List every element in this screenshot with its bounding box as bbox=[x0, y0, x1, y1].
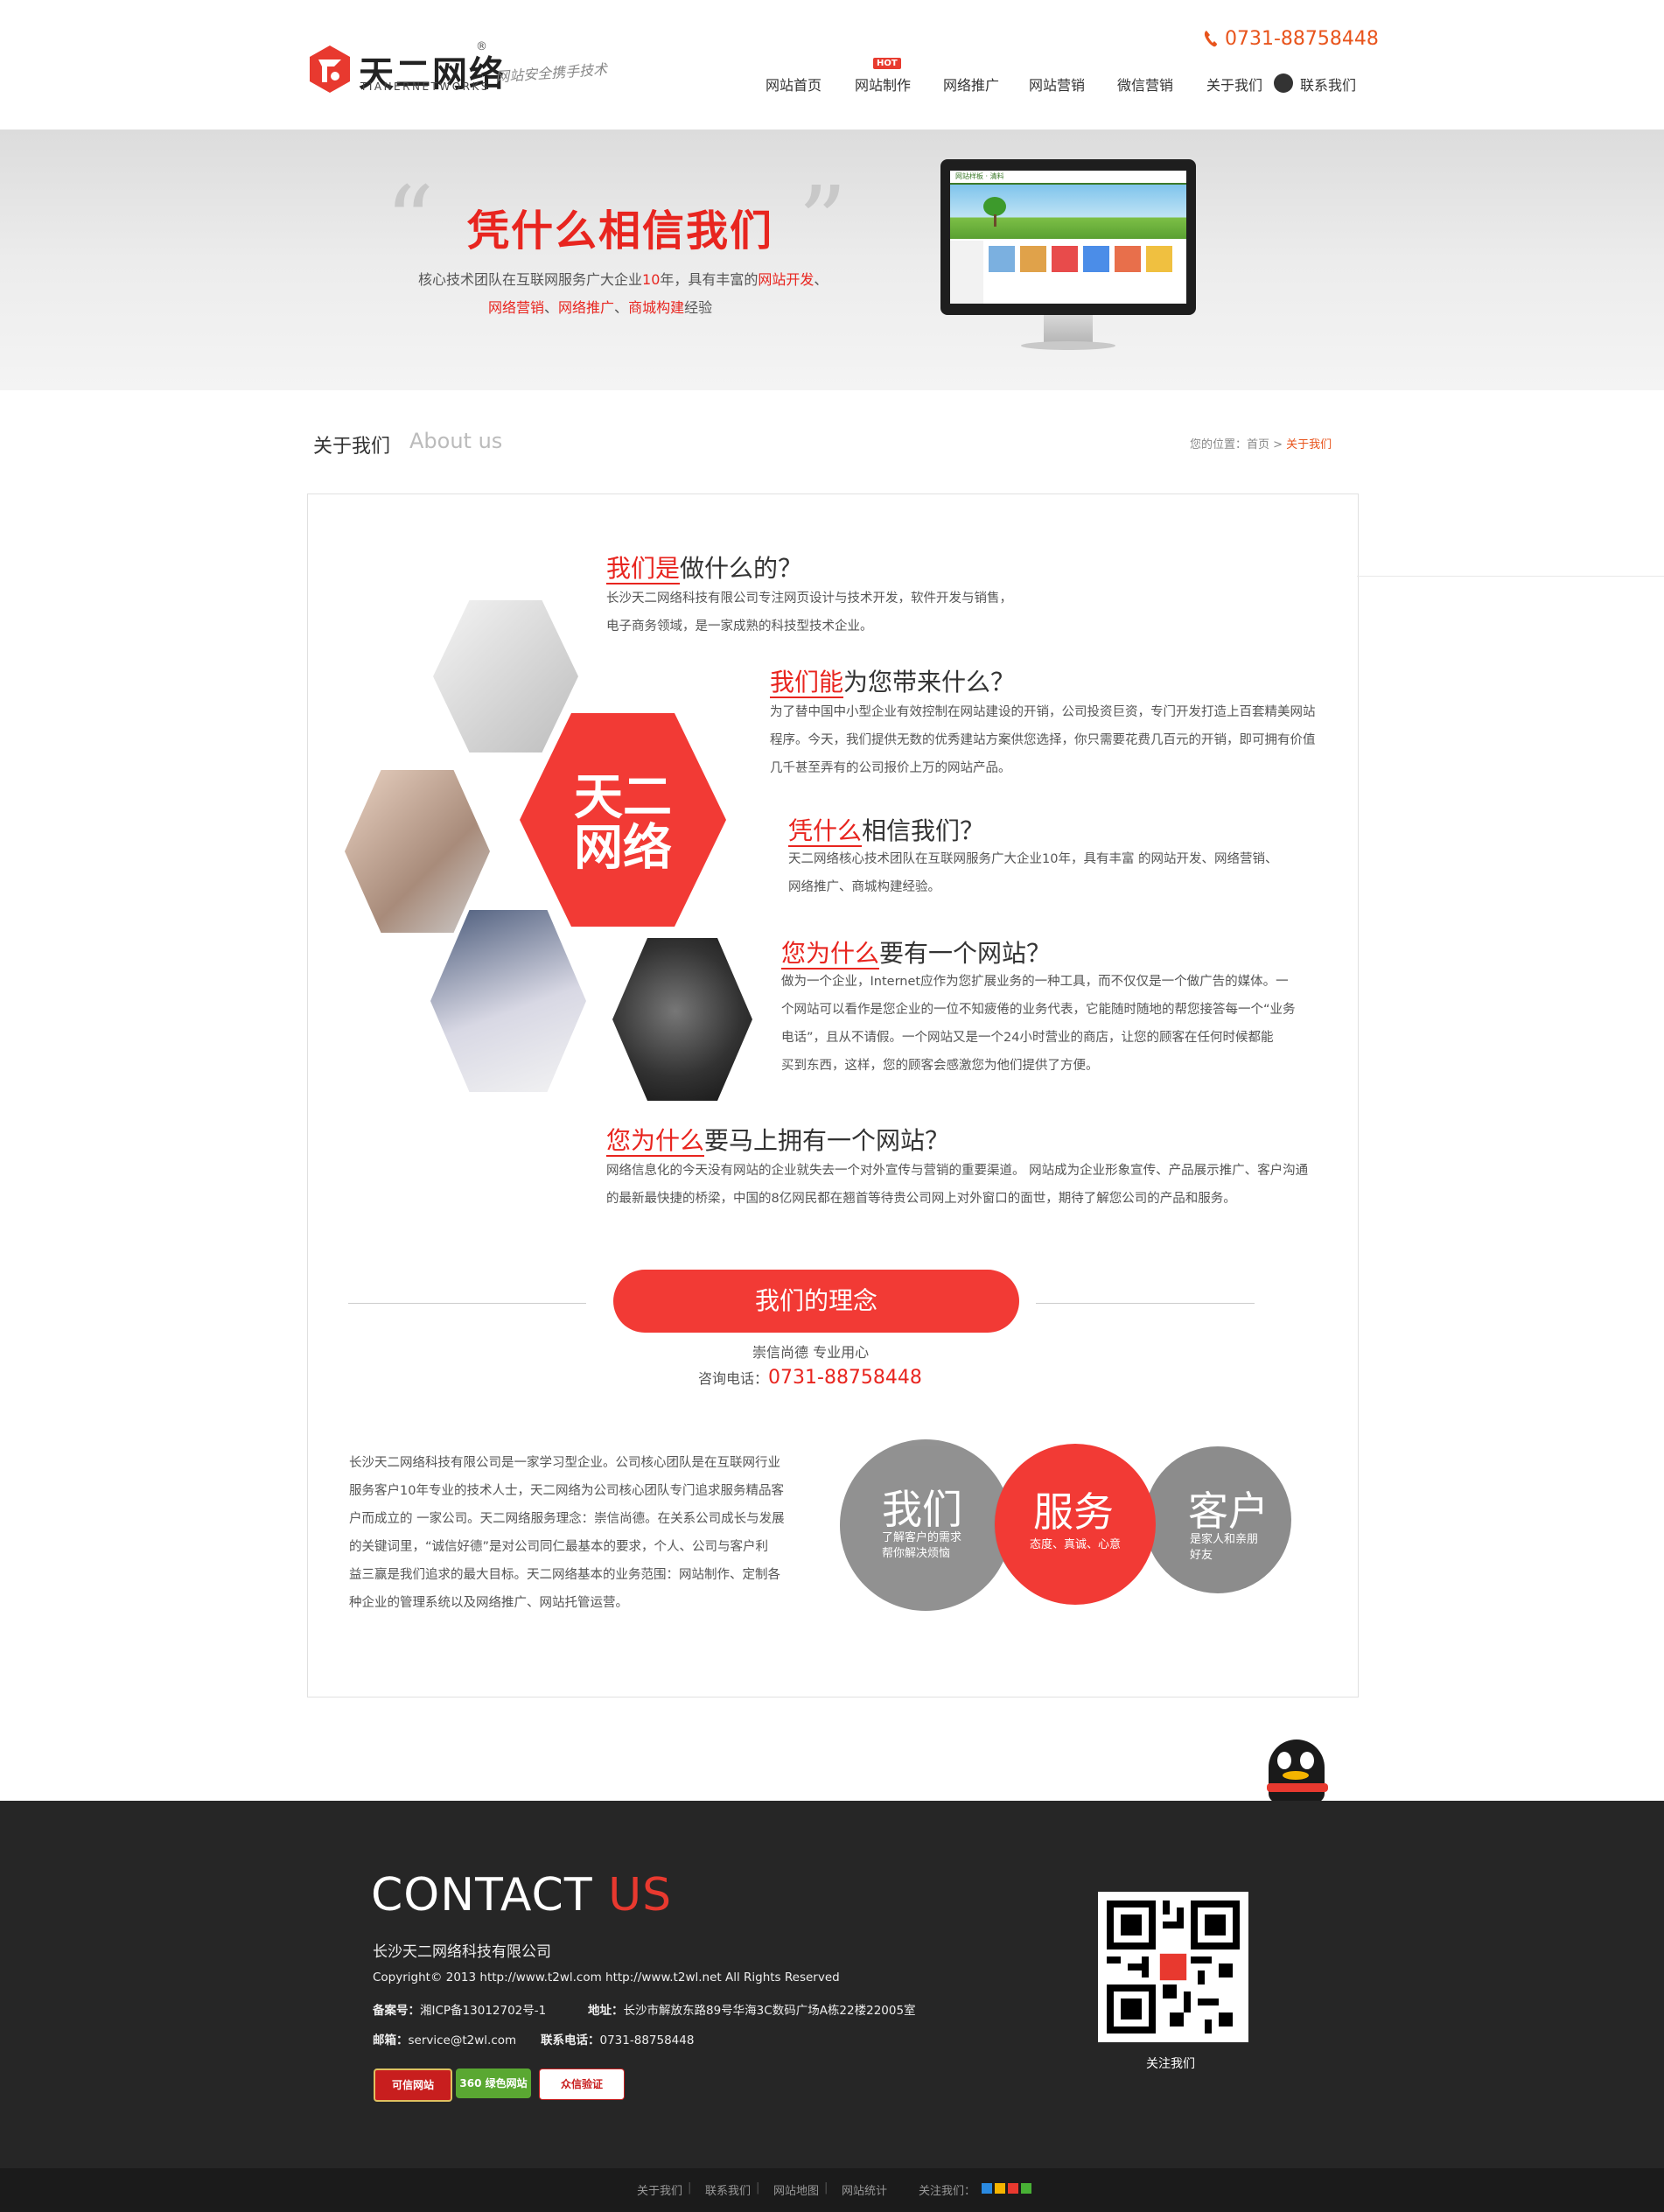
circle-us-title: 我们 bbox=[882, 1486, 962, 1533]
breadcrumb-home[interactable]: 您的位置：首页 > bbox=[1190, 438, 1286, 452]
bottom-follow: 关注我们： bbox=[919, 2185, 976, 2198]
footer-company: 长沙天二网络科技有限公司 bbox=[373, 1943, 551, 1961]
bottom-link-sitemap[interactable]: 网站地图 bbox=[773, 2181, 819, 2198]
nav-wechat[interactable]: 微信营销 bbox=[1117, 74, 1173, 94]
registered-mark: ® bbox=[476, 40, 487, 53]
qr-code-pattern bbox=[1107, 1900, 1240, 2034]
email-link[interactable]: service@t2wl.com bbox=[409, 2034, 517, 2048]
banner-line-2: 网络营销、网络推广、商城构建经验 bbox=[488, 299, 713, 316]
nav-contact[interactable]: 联系我们 bbox=[1300, 74, 1356, 94]
footer-icp: 备案号：湘ICP备13012702号-1 bbox=[373, 2004, 547, 2018]
footer-phone: 联系电话：0731-88758448 bbox=[541, 2034, 695, 2048]
hex-center-line1: 天二 bbox=[574, 769, 672, 826]
circle-service-text: 态度、真诚、心意 bbox=[1030, 1538, 1122, 1551]
header-phone[interactable]: 0731-88758448 bbox=[1225, 28, 1379, 50]
divider-right bbox=[1036, 1303, 1255, 1304]
block-5-text: 网络信息化的今天没有网站的企业就失去一个对外宣传与营销的重要渠道。 网站成为企业… bbox=[606, 1164, 1309, 1206]
bottom-bar bbox=[0, 2168, 1664, 2212]
badge-trusted-site[interactable]: 可信网站 bbox=[374, 2068, 452, 2102]
block-3-text: 天二网络核心技术团队在互联网服务广大企业10年，具有丰富 的网站开发、网络营销、… bbox=[788, 852, 1278, 894]
qr-code bbox=[1098, 1892, 1248, 2042]
circle-customer-bg: 客户 是家人和亲朋 好友 bbox=[1144, 1446, 1291, 1593]
breadcrumb-current: 关于我们 bbox=[1286, 438, 1332, 452]
monitor-image: 网站样板 · 清料 bbox=[940, 159, 1196, 354]
site-header: 天二网络 TIANERNETWORKS ® 网站安全携手技术 0731-8875… bbox=[0, 0, 1664, 130]
badge-zhongxin[interactable]: 众信验证 bbox=[539, 2068, 625, 2100]
breadcrumb: 您的位置：首页 > 关于我们 bbox=[1190, 435, 1332, 452]
footer-copyright: Copyright© 2013 http://www.t2wl.com http… bbox=[373, 1970, 840, 1984]
block-4-text: 做为一个企业，Internet应作为您扩展业务的一种工具，而不仅仅是一个做广告的… bbox=[781, 975, 1296, 1073]
qq-icon bbox=[1274, 74, 1293, 93]
bottom-sep: | bbox=[756, 2181, 760, 2194]
block-2-heading: 我们能为您带来什么？ bbox=[770, 668, 1016, 698]
circle-service-title: 服务 bbox=[1033, 1488, 1114, 1536]
quote-open-icon: “ bbox=[385, 165, 435, 277]
qzone-icon[interactable] bbox=[982, 2183, 992, 2194]
company-intro: 长沙天二网络科技有限公司是一家学习型企业。公司核心团队是在互联网行业 服务客户10… bbox=[349, 1456, 785, 1610]
block-2-text: 为了替中国中小型企业有效控制在网站建设的开销，公司投资巨资，专门开发打造上百套精… bbox=[770, 705, 1316, 775]
block-1-text: 长沙天二网络科技有限公司专注网页设计与技术开发，软件开发与销售， 电子商务领域，是… bbox=[606, 592, 1012, 634]
footer bbox=[0, 1801, 1664, 2168]
divider bbox=[1357, 576, 1664, 577]
nav-about[interactable]: 关于我们 bbox=[1206, 74, 1262, 94]
badge-360-green[interactable]: 360 绿色网站 bbox=[456, 2068, 531, 2098]
hex-center-line2: 网络 bbox=[574, 820, 672, 877]
block-1-heading: 我们是做什么的？ bbox=[606, 554, 803, 584]
nav-marketing[interactable]: 网站营销 bbox=[1029, 74, 1085, 94]
qq-penguin-icon[interactable] bbox=[1255, 1738, 1342, 1802]
logo-subtext: TIANERNETWORKS bbox=[360, 80, 490, 93]
circle-customer-title: 客户 bbox=[1188, 1488, 1269, 1535]
bottom-sep: | bbox=[688, 2181, 692, 2194]
nav-home[interactable]: 网站首页 bbox=[766, 74, 822, 94]
banner-line-1: 核心技术团队在互联网服务广大企业10年，具有丰富的网站开发、 bbox=[418, 271, 829, 288]
slogan: 网站安全携手技术 bbox=[494, 60, 608, 86]
circle-us: 我们 了解客户的需求 帮你解决烦恼 bbox=[840, 1439, 1011, 1611]
philosophy-sub: 崇信尚德 专业用心 bbox=[752, 1344, 870, 1361]
phone-icon bbox=[1204, 31, 1217, 47]
block-3-heading: 凭什么相信我们？ bbox=[788, 816, 985, 847]
monitor-site-title: 网站样板 · 清料 bbox=[955, 172, 1004, 180]
consult-phone: 咨询电话：0731-88758448 bbox=[698, 1367, 922, 1389]
philosophy-button[interactable]: 我们的理念 bbox=[613, 1270, 1019, 1333]
contact-heading: CONTACT US bbox=[371, 1869, 673, 1922]
section-title-en: About us bbox=[409, 429, 503, 453]
nav-promotion[interactable]: 网络推广 bbox=[943, 74, 999, 94]
footer-email: 邮箱：service@t2wl.com bbox=[373, 2034, 517, 2048]
hot-badge: HOT bbox=[873, 58, 901, 69]
divider-left bbox=[348, 1303, 586, 1304]
circle-us-text: 了解客户的需求 帮你解决烦恼 bbox=[882, 1531, 962, 1560]
nav-web-design[interactable]: 网站制作 bbox=[855, 74, 911, 94]
circle-customer-text: 是家人和亲朋 好友 bbox=[1190, 1533, 1259, 1562]
bottom-link-about[interactable]: 关于我们 bbox=[637, 2181, 682, 2198]
footer-address: 地址：长沙市解放东路89号华海3C数码广场A栋22楼22005室 bbox=[588, 2004, 916, 2018]
circle-service: 服务 态度、真诚、心意 bbox=[995, 1444, 1156, 1605]
logo-icon[interactable] bbox=[308, 44, 352, 94]
bottom-sep: | bbox=[824, 2181, 829, 2194]
bottom-link-contact[interactable]: 联系我们 bbox=[705, 2181, 751, 2198]
block-4-heading: 您为什么要有一个网站？ bbox=[781, 939, 1052, 970]
qr-label: 关注我们 bbox=[1146, 2057, 1195, 2071]
tencent-weibo-icon[interactable] bbox=[1008, 2183, 1018, 2194]
section-title: 关于我们 bbox=[313, 436, 391, 458]
banner-title: 凭什么相信我们 bbox=[467, 206, 774, 256]
block-5-heading: 您为什么要马上拥有一个网站？ bbox=[606, 1126, 950, 1157]
bottom-link-stats[interactable]: 网站统计 bbox=[842, 2181, 887, 2198]
quote-close-icon: ” bbox=[798, 165, 848, 277]
wechat-icon[interactable] bbox=[1021, 2183, 1031, 2194]
weibo-icon[interactable] bbox=[995, 2183, 1005, 2194]
